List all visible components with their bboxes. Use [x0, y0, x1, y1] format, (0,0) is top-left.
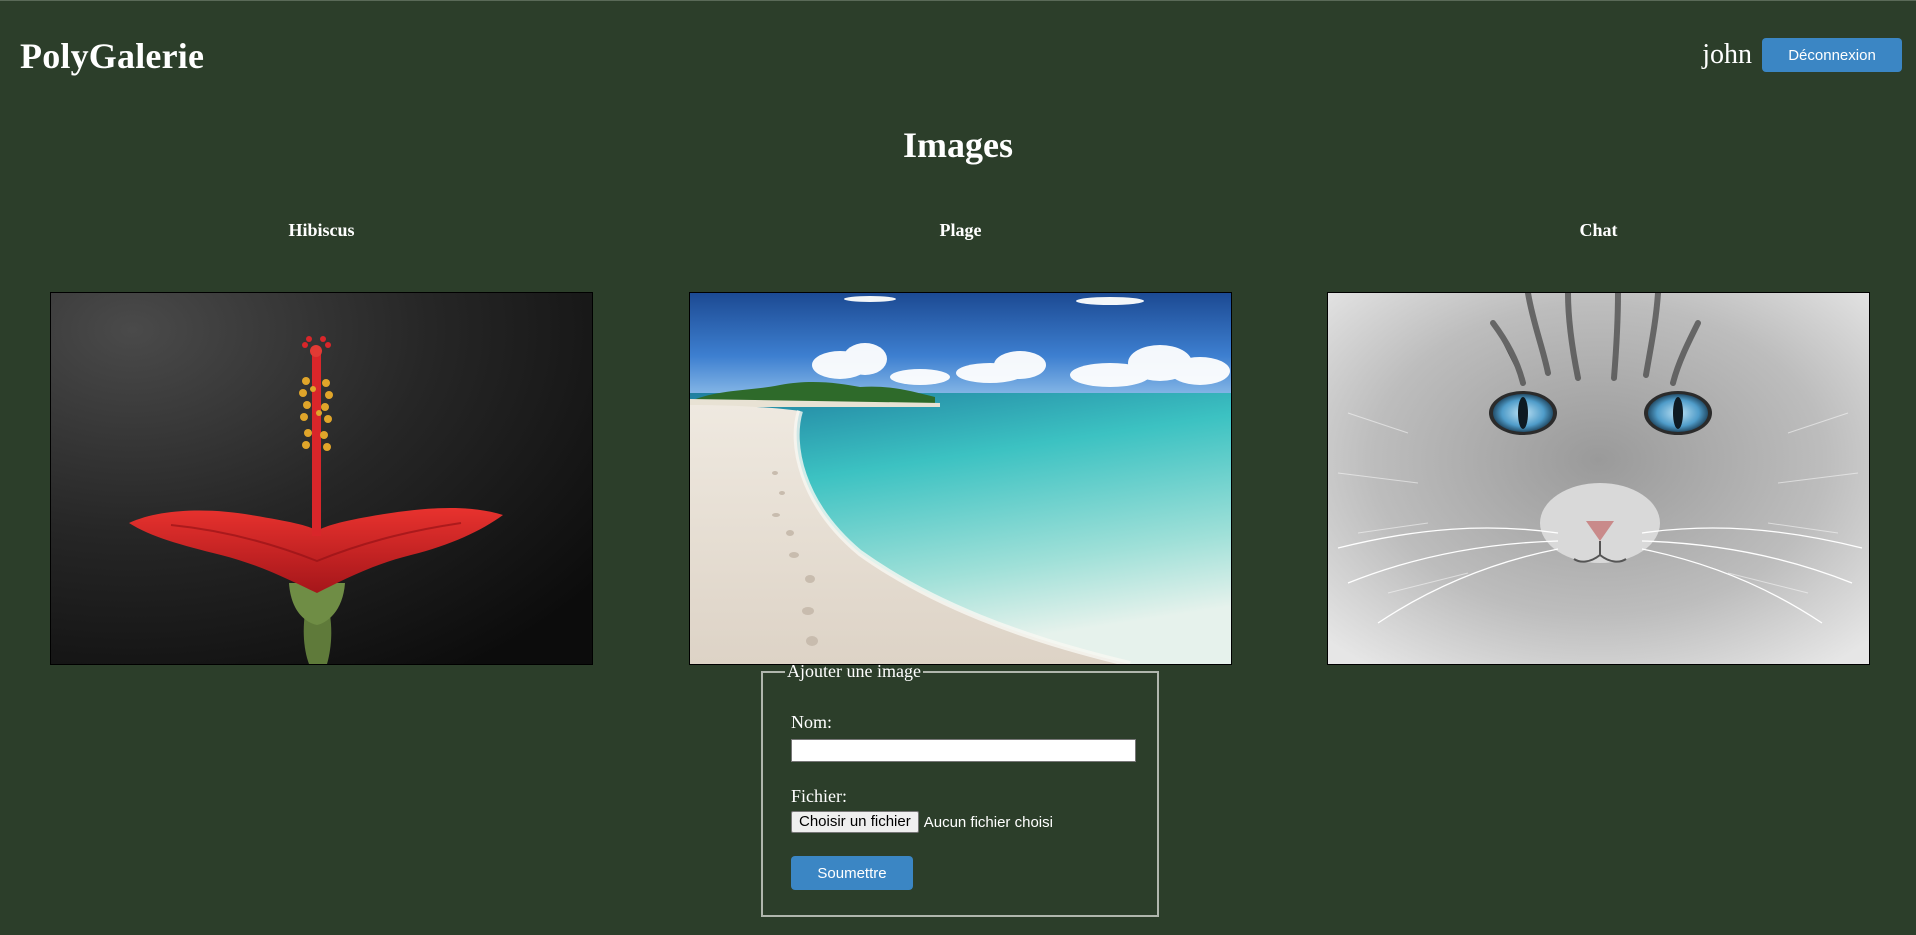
image-title: Plage [939, 220, 982, 240]
choose-file-button[interactable]: Choisir un fichier [791, 811, 919, 833]
beach-photo [690, 293, 1231, 664]
brand-title: PolyGalerie [20, 36, 205, 76]
image-title: Hibiscus [288, 220, 355, 240]
submit-button[interactable]: Soumettre [791, 856, 913, 890]
logout-button[interactable]: Déconnexion [1762, 38, 1902, 72]
gallery-item-hibiscus: Hibiscus [50, 219, 593, 665]
file-status: Aucun fichier choisi [923, 813, 1053, 831]
gallery-item-plage: Plage [689, 219, 1232, 665]
file-label: Fichier: [791, 786, 847, 806]
username: john [1702, 39, 1752, 70]
hibiscus-image [50, 292, 593, 665]
file-picker: Choisir un fichier Aucun fichier choisi [791, 811, 1157, 833]
name-input[interactable] [791, 739, 1136, 762]
user-area: john Déconnexion [1702, 38, 1902, 72]
hibiscus-photo [51, 293, 592, 664]
beach-image [689, 292, 1232, 665]
image-title: Chat [1579, 220, 1618, 240]
page-title: Images [903, 125, 1013, 165]
cat-photo [1328, 293, 1869, 664]
cat-image [1327, 292, 1870, 665]
name-label: Nom: [791, 712, 833, 732]
gallery-item-chat: Chat [1327, 219, 1870, 665]
upload-form: Ajouter une image Nom: Fichier: Choisir … [761, 661, 1159, 917]
upload-form-legend: Ajouter une image [787, 661, 921, 681]
